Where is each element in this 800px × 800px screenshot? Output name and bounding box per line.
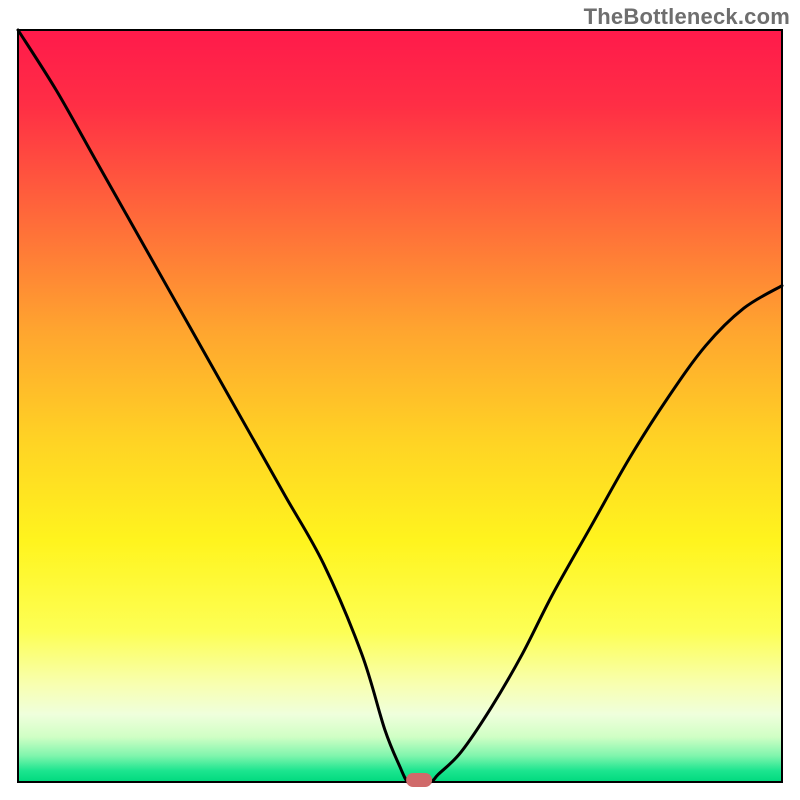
watermark-text: TheBottleneck.com — [584, 4, 790, 30]
plot-background — [18, 30, 782, 782]
chart-svg — [0, 0, 800, 800]
optimum-marker — [406, 773, 432, 787]
bottleneck-chart: TheBottleneck.com — [0, 0, 800, 800]
